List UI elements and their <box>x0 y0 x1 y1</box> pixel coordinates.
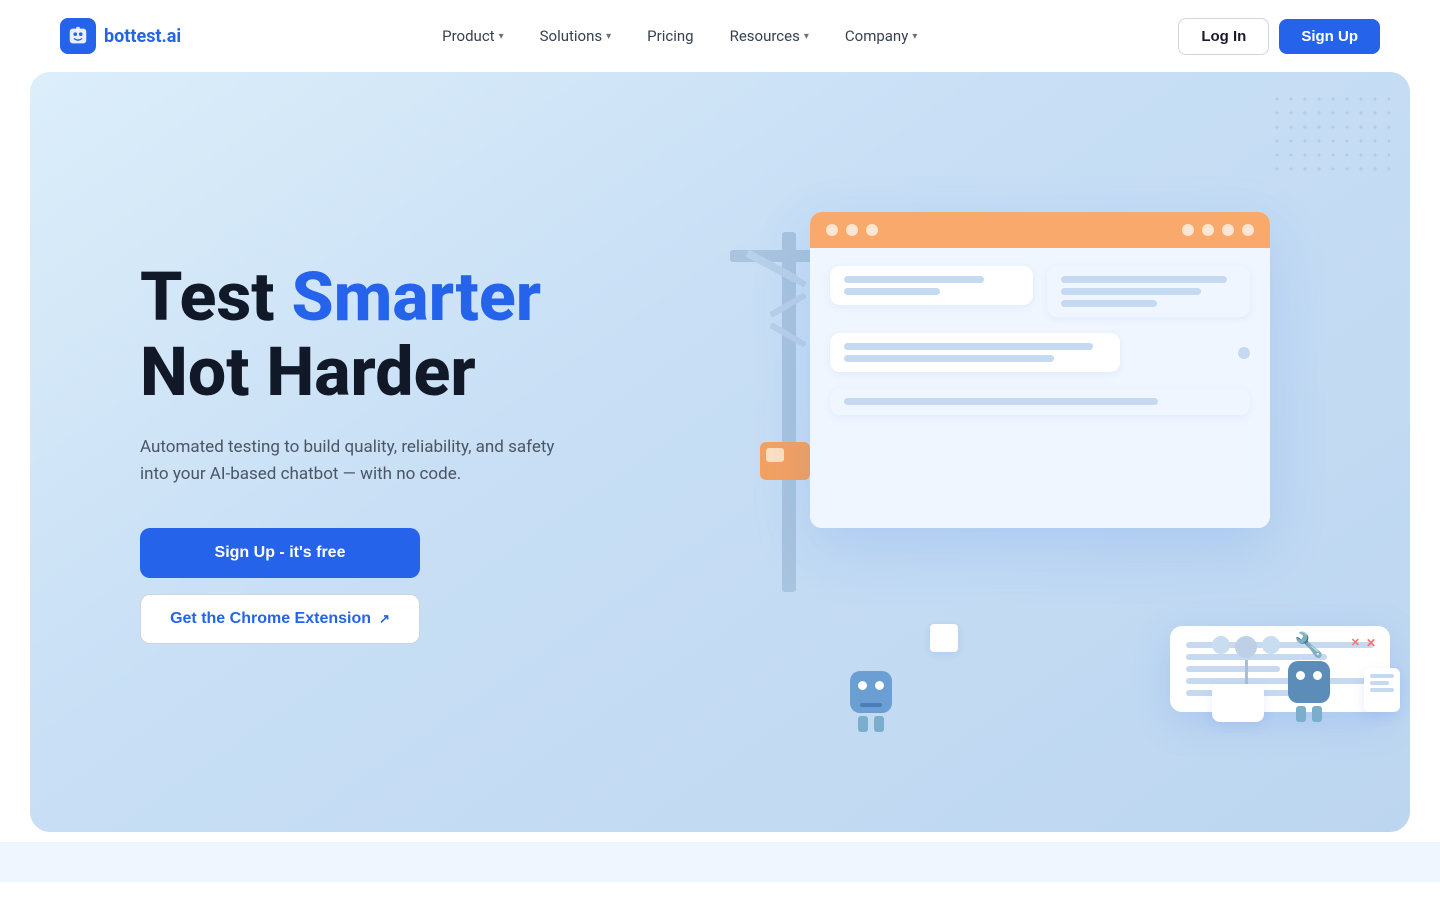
browser-dot-1 <box>826 224 838 236</box>
white-block-decoration <box>930 624 958 652</box>
robot-character-left <box>850 671 892 732</box>
nav-links: Product ▾ Solutions ▾ Pricing Resources … <box>428 19 931 53</box>
nav-actions: Log In Sign Up <box>1178 18 1380 55</box>
hero-illustration: ✕ ✕ 🔧 <box>730 152 1410 752</box>
browser-dot-7 <box>1242 224 1254 236</box>
hero-title: Test Smarter Not Harder <box>140 260 580 410</box>
browser-dot-3 <box>866 224 878 236</box>
external-link-icon: ↗ <box>379 611 390 627</box>
nav-item-company[interactable]: Company ▾ <box>831 19 931 53</box>
chat-bubble-1 <box>830 266 1033 305</box>
nav-item-resources[interactable]: Resources ▾ <box>716 19 823 53</box>
chat-bubble-3 <box>830 333 1120 372</box>
hero-subtitle: Automated testing to build quality, reli… <box>140 434 580 488</box>
float-card: ✕ ✕ <box>1170 626 1390 712</box>
browser-dot-2 <box>846 224 858 236</box>
bottom-strip <box>0 842 1440 882</box>
chrome-extension-button[interactable]: Get the Chrome Extension ↗ <box>140 594 420 644</box>
chevron-down-icon: ▾ <box>804 31 809 42</box>
browser-bar <box>810 212 1270 248</box>
close-icon: ✕ <box>1366 636 1376 650</box>
hero-content: Test Smarter Not Harder Automated testin… <box>30 180 580 724</box>
hero-buttons: Sign Up - it's free Get the Chrome Exten… <box>140 528 420 644</box>
login-button[interactable]: Log In <box>1178 18 1269 55</box>
nav-item-product[interactable]: Product ▾ <box>428 19 517 53</box>
chevron-down-icon: ▾ <box>912 31 917 42</box>
plant-decoration <box>1212 636 1280 722</box>
nav-item-pricing[interactable]: Pricing <box>633 19 707 53</box>
chat-bubble-2 <box>1047 266 1250 317</box>
nav-item-solutions[interactable]: Solutions ▾ <box>526 19 626 53</box>
signup-free-button[interactable]: Sign Up - it's free <box>140 528 420 578</box>
browser-dot-5 <box>1202 224 1214 236</box>
browser-dot-4 <box>1182 224 1194 236</box>
chat-bubble-4 <box>830 388 1250 415</box>
logo[interactable]: bottest.ai <box>60 18 181 54</box>
navbar: bottest.ai Product ▾ Solutions ▾ Pricing… <box>0 0 1440 72</box>
browser-dot-6 <box>1222 224 1234 236</box>
hero-section: Test Smarter Not Harder Automated testin… <box>30 72 1410 832</box>
chevron-down-icon: ▾ <box>499 31 504 42</box>
logo-text: bottest.ai <box>104 26 181 47</box>
chevron-down-icon: ▾ <box>606 31 611 42</box>
signup-nav-button[interactable]: Sign Up <box>1279 19 1380 54</box>
character-document <box>1364 668 1400 712</box>
browser-mockup <box>810 212 1270 528</box>
browser-body <box>810 248 1270 528</box>
robot-character-right: 🔧 <box>1288 631 1330 722</box>
logo-icon <box>60 18 96 54</box>
